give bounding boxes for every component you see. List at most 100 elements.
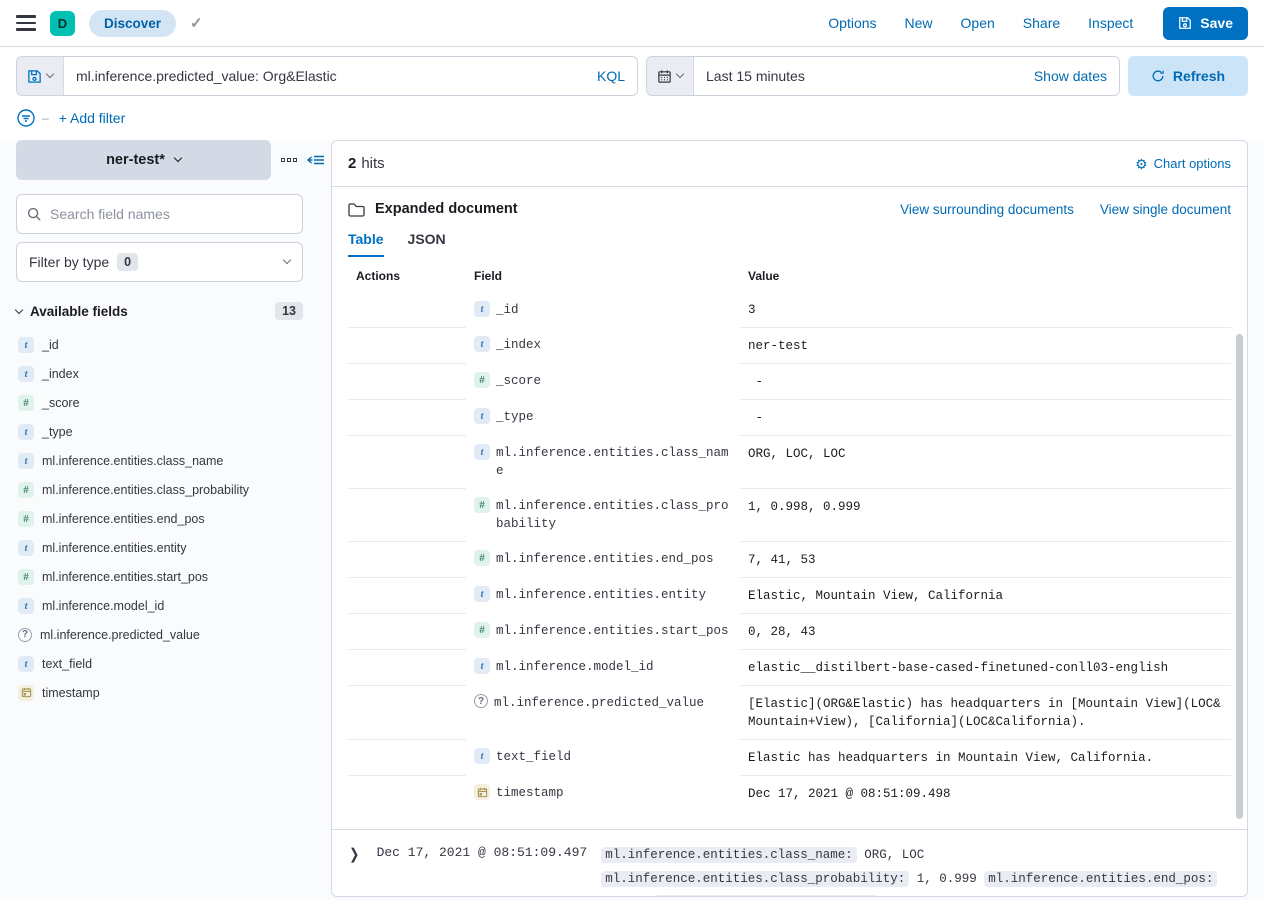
row-actions-cell[interactable] [348, 292, 466, 328]
saved-query-menu-button[interactable] [17, 57, 64, 95]
vertical-scrollbar[interactable] [1236, 334, 1243, 819]
filter-bar: – + Add filter [0, 96, 1264, 138]
show-dates-button[interactable]: Show dates [1022, 68, 1119, 84]
date-field-icon [18, 685, 34, 701]
field-name: _index [42, 367, 79, 381]
save-button[interactable]: Save [1163, 7, 1248, 40]
row-actions-cell[interactable] [348, 614, 466, 650]
row-actions-cell[interactable] [348, 578, 466, 614]
nav-options[interactable]: Options [828, 15, 876, 31]
chevron-down-icon [676, 70, 684, 78]
sidebar-field-item[interactable]: t_index [16, 359, 325, 388]
row-field-name: _type [496, 408, 732, 426]
document-timestamp[interactable]: Dec 17, 2021 @ 08:51:09.497 [377, 843, 588, 897]
field-name: ml.inference.model_id [42, 599, 164, 613]
sidebar-field-item[interactable]: ?ml.inference.predicted_value [16, 620, 325, 649]
add-filter-button[interactable]: + Add filter [59, 110, 126, 126]
check-icon: ✓ [190, 14, 203, 32]
hits-count: 2 [348, 155, 356, 172]
row-field-cell: #ml.inference.entities.start_pos [466, 614, 740, 649]
source-field-value: ORG, LOC [857, 848, 925, 862]
date-quick-menu-button[interactable] [647, 57, 694, 95]
nav-open[interactable]: Open [961, 15, 995, 31]
row-field-value: 0, 28, 43 [740, 614, 1231, 650]
time-range-value[interactable]: Last 15 minutes [694, 68, 1022, 84]
row-actions-cell[interactable] [348, 686, 466, 740]
row-field-cell: timestamp [466, 776, 740, 811]
tab-json[interactable]: JSON [408, 231, 446, 257]
sidebar-field-item[interactable]: t_id [16, 330, 325, 359]
chart-options-button[interactable]: ⚙ Chart options [1135, 156, 1231, 171]
row-field-value: ner-test [740, 328, 1231, 364]
row-actions-cell[interactable] [348, 650, 466, 686]
nav-share[interactable]: Share [1023, 15, 1060, 31]
collapse-sidebar-icon[interactable] [307, 152, 325, 168]
document-field-row: t_type - [348, 400, 1231, 436]
column-header-field: Field [466, 259, 740, 292]
row-actions-cell[interactable] [348, 400, 466, 436]
row-field-cell: t _index [466, 328, 740, 363]
expand-document-chevron[interactable]: ❯ [344, 843, 364, 897]
document-field-table: Actions Field Value t_id3t_indexner-test… [348, 259, 1231, 811]
filter-menu-icon[interactable] [16, 108, 36, 128]
sidebar-field-item[interactable]: tml.inference.entities.class_name [16, 446, 325, 475]
document-source-summary[interactable]: ml.inference.entities.class_name: ORG, L… [601, 843, 1231, 897]
calendar-icon [657, 69, 672, 84]
document-field-row: #ml.inference.entities.start_pos0, 28, 4… [348, 614, 1231, 650]
available-fields-header[interactable]: Available fields 13 [16, 302, 303, 320]
breadcrumb-discover[interactable]: Discover [89, 10, 176, 37]
view-surrounding-documents-link[interactable]: View surrounding documents [900, 202, 1074, 217]
query-language-button[interactable]: KQL [585, 68, 637, 84]
filter-by-type-count: 0 [117, 253, 138, 271]
document-field-row: #_score - [348, 364, 1231, 400]
row-field-value: ORG, LOC, LOC [740, 436, 1231, 489]
hits-bar: 2 hits ⚙ Chart options [332, 141, 1247, 187]
field-search-input[interactable] [50, 206, 292, 222]
sidebar-field-item[interactable]: tml.inference.model_id [16, 591, 325, 620]
source-field-value: 18, 49 [601, 896, 654, 897]
row-actions-cell[interactable] [348, 436, 466, 489]
filter-dash: – [42, 111, 49, 125]
row-actions-cell[interactable] [348, 489, 466, 542]
row-actions-cell[interactable] [348, 328, 466, 364]
row-field-name: _index [496, 336, 732, 354]
nav-new[interactable]: New [905, 15, 933, 31]
save-icon [1178, 16, 1192, 30]
sidebar-field-item[interactable]: #ml.inference.entities.class_probability [16, 475, 325, 504]
sidebar-field-item[interactable]: #ml.inference.entities.end_pos [16, 504, 325, 533]
row-field-cell: tml.inference.model_id [466, 650, 740, 685]
view-single-document-link[interactable]: View single document [1100, 202, 1231, 217]
tab-table[interactable]: Table [348, 231, 384, 257]
sidebar-field-item[interactable]: #ml.inference.entities.start_pos [16, 562, 325, 591]
field-settings-icon[interactable] [281, 158, 297, 162]
space-avatar[interactable]: D [50, 11, 75, 36]
sidebar-field-item[interactable]: timestamp [16, 678, 325, 707]
number-field-icon: # [474, 550, 490, 566]
row-actions-cell[interactable] [348, 542, 466, 578]
sidebar-field-item[interactable]: t_type [16, 417, 325, 446]
row-actions-cell[interactable] [348, 364, 466, 400]
string-field-icon: t [474, 336, 490, 352]
date-field-icon [474, 784, 490, 800]
row-field-name: ml.inference.entities.class_probability [496, 497, 732, 533]
source-field-value: 1, 0.999 [909, 872, 984, 886]
refresh-button[interactable]: Refresh [1128, 56, 1248, 96]
field-name: ml.inference.entities.class_name [42, 454, 223, 468]
field-name: _id [42, 338, 59, 352]
sidebar-field-item[interactable]: #_score [16, 388, 325, 417]
nav-inspect[interactable]: Inspect [1088, 15, 1133, 31]
sidebar-field-item[interactable]: ttext_field [16, 649, 325, 678]
search-query-input[interactable] [64, 68, 585, 84]
sidebar-field-item[interactable]: tml.inference.entities.entity [16, 533, 325, 562]
chevron-down-icon [283, 256, 291, 264]
row-field-cell: ?ml.inference.predicted_value [466, 686, 740, 721]
filter-by-type-select[interactable]: Filter by type 0 [16, 242, 303, 282]
menu-icon[interactable] [16, 15, 36, 31]
query-input-control: KQL [16, 56, 638, 96]
row-actions-cell[interactable] [348, 776, 466, 812]
index-pattern-switcher[interactable]: ner-test* [16, 140, 271, 180]
row-field-cell: #_score [466, 364, 740, 399]
source-field-badge: ml.inference.entities.class_probability: [601, 871, 909, 887]
row-actions-cell[interactable] [348, 740, 466, 776]
top-nav: Options New Open Share Inspect [828, 15, 1133, 31]
